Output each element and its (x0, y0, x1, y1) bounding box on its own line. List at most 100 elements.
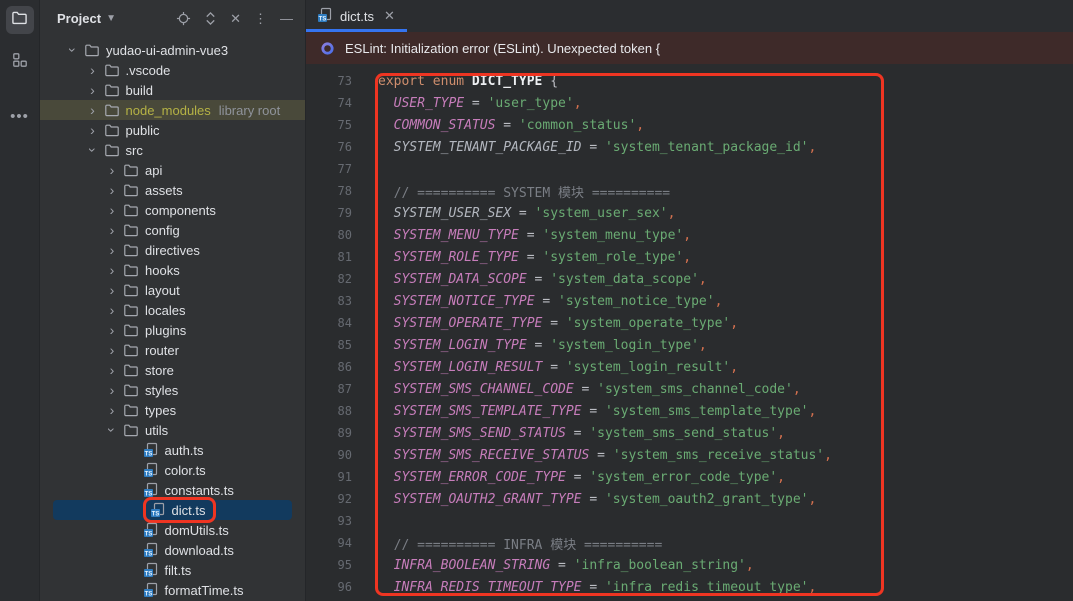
tree-item-components[interactable]: ›components (40, 200, 305, 220)
line-number[interactable]: 85 (306, 338, 352, 352)
line-number[interactable]: 93 (306, 514, 352, 528)
code-text[interactable]: INFRA_REDIS_TIMEOUT_TYPE = 'infra_redis_… (378, 580, 816, 595)
line-number[interactable]: 95 (306, 558, 352, 572)
tree-item--vscode[interactable]: ›.vscode (40, 60, 305, 80)
tab-dict-ts[interactable]: TS dict.ts ✕ (306, 0, 407, 32)
tree-item-build[interactable]: ›build (40, 80, 305, 100)
code-text[interactable]: SYSTEM_SMS_RECEIVE_STATUS = 'system_sms_… (378, 448, 832, 463)
line-number[interactable]: 87 (306, 382, 352, 396)
expand-collapse-icon[interactable] (204, 11, 217, 26)
code-text[interactable]: export enum DICT_TYPE { (378, 74, 558, 89)
eslint-error-banner[interactable]: ESLint: Initialization error (ESLint). U… (306, 32, 1073, 64)
tree-item-filt-ts[interactable]: TSfilt.ts (40, 560, 305, 580)
tree-item-types[interactable]: ›types (40, 400, 305, 420)
tree-item-config[interactable]: ›config (40, 220, 305, 240)
line-number[interactable]: 77 (306, 162, 352, 176)
chevron-icon[interactable]: › (105, 303, 119, 317)
line-number[interactable]: 84 (306, 316, 352, 330)
line-number[interactable]: 86 (306, 360, 352, 374)
tree-item-node-modules[interactable]: ›node_moduleslibrary root (40, 100, 305, 120)
chevron-icon[interactable]: › (86, 123, 100, 137)
tree-item-yudao-ui-admin-vue3[interactable]: ›yudao-ui-admin-vue3 (40, 40, 305, 60)
code-text[interactable]: // ========== SYSTEM 模块 ========== (378, 182, 670, 201)
chevron-icon[interactable]: › (105, 323, 119, 337)
line-number[interactable]: 88 (306, 404, 352, 418)
more-options-icon[interactable]: ⋮ (254, 12, 267, 25)
tree-item-plugins[interactable]: ›plugins (40, 320, 305, 340)
close-icon[interactable]: ✕ (230, 12, 241, 25)
code-text[interactable]: SYSTEM_LOGIN_TYPE = 'system_login_type', (378, 338, 707, 353)
chevron-icon[interactable]: › (105, 183, 119, 197)
code-text[interactable]: INFRA_BOOLEAN_STRING = 'infra_boolean_st… (378, 558, 754, 573)
tree-item-router[interactable]: ›router (40, 340, 305, 360)
panel-title[interactable]: Project (57, 11, 101, 26)
tree-item-public[interactable]: ›public (40, 120, 305, 140)
chevron-icon[interactable]: › (105, 383, 119, 397)
code-text[interactable]: SYSTEM_SMS_SEND_STATUS = 'system_sms_sen… (378, 426, 785, 441)
tree-item-utils[interactable]: ›utils (40, 420, 305, 440)
line-number[interactable]: 78 (306, 184, 352, 198)
line-number[interactable]: 91 (306, 470, 352, 484)
structure-tool-button[interactable] (6, 48, 34, 76)
line-number[interactable]: 75 (306, 118, 352, 132)
line-number[interactable]: 83 (306, 294, 352, 308)
tree-item-directives[interactable]: ›directives (40, 240, 305, 260)
code-text[interactable]: SYSTEM_DATA_SCOPE = 'system_data_scope', (378, 272, 707, 287)
line-number[interactable]: 76 (306, 140, 352, 154)
code-text[interactable]: // ========== INFRA 模块 ========== (378, 534, 662, 553)
tree-item-dict-ts[interactable]: TSdict.ts (53, 500, 292, 520)
chevron-icon[interactable]: › (86, 83, 100, 97)
code-text[interactable]: SYSTEM_OPERATE_TYPE = 'system_operate_ty… (378, 316, 738, 331)
chevron-icon[interactable]: › (86, 63, 100, 77)
code-text[interactable]: SYSTEM_NOTICE_TYPE = 'system_notice_type… (378, 294, 722, 309)
chevron-icon[interactable]: › (105, 203, 119, 217)
tree-item-domutils-ts[interactable]: TSdomUtils.ts (40, 520, 305, 540)
code-text[interactable]: SYSTEM_ROLE_TYPE = 'system_role_type', (378, 250, 691, 265)
chevron-icon[interactable]: › (105, 223, 119, 237)
line-number[interactable]: 80 (306, 228, 352, 242)
locate-icon[interactable] (176, 11, 191, 26)
tree-item-formattime-ts[interactable]: TSformatTime.ts (40, 580, 305, 600)
tree-item-api[interactable]: ›api (40, 160, 305, 180)
line-number[interactable]: 82 (306, 272, 352, 286)
chevron-icon[interactable]: › (105, 363, 119, 377)
code-text[interactable]: SYSTEM_USER_SEX = 'system_user_sex', (378, 206, 675, 221)
code-text[interactable]: SYSTEM_MENU_TYPE = 'system_menu_type', (378, 228, 691, 243)
chevron-icon[interactable]: › (66, 43, 80, 57)
code-text[interactable]: SYSTEM_SMS_TEMPLATE_TYPE = 'system_sms_t… (378, 404, 816, 419)
tree-item-locales[interactable]: ›locales (40, 300, 305, 320)
code-text[interactable]: SYSTEM_SMS_CHANNEL_CODE = 'system_sms_ch… (378, 382, 801, 397)
chevron-icon[interactable]: › (105, 343, 119, 357)
tree-item-hooks[interactable]: ›hooks (40, 260, 305, 280)
tree-item-layout[interactable]: ›layout (40, 280, 305, 300)
code-text[interactable]: SYSTEM_ERROR_CODE_TYPE = 'system_error_c… (378, 470, 785, 485)
chevron-icon[interactable]: › (105, 263, 119, 277)
line-number[interactable]: 96 (306, 580, 352, 594)
line-number[interactable]: 94 (306, 536, 352, 550)
code-editor[interactable]: 73export enum DICT_TYPE {74 USER_TYPE = … (306, 64, 1073, 601)
code-text[interactable]: USER_TYPE = 'user_type', (378, 96, 582, 111)
line-number[interactable]: 74 (306, 96, 352, 110)
tree-item-auth-ts[interactable]: TSauth.ts (40, 440, 305, 460)
tree-item-assets[interactable]: ›assets (40, 180, 305, 200)
line-number[interactable]: 79 (306, 206, 352, 220)
chevron-icon[interactable]: › (86, 103, 100, 117)
tree-item-download-ts[interactable]: TSdownload.ts (40, 540, 305, 560)
tree-item-color-ts[interactable]: TScolor.ts (40, 460, 305, 480)
chevron-icon[interactable]: › (105, 283, 119, 297)
tree-item-src[interactable]: ›src (40, 140, 305, 160)
tab-close-icon[interactable]: ✕ (384, 8, 395, 24)
tree-item-store[interactable]: ›store (40, 360, 305, 380)
line-number[interactable]: 90 (306, 448, 352, 462)
chevron-icon[interactable]: › (105, 423, 119, 437)
code-text[interactable]: SYSTEM_LOGIN_RESULT = 'system_login_resu… (378, 360, 738, 375)
code-text[interactable]: SYSTEM_OAUTH2_GRANT_TYPE = 'system_oauth… (378, 492, 816, 507)
code-text[interactable]: COMMON_STATUS = 'common_status', (378, 118, 644, 133)
chevron-icon[interactable]: › (105, 163, 119, 177)
code-text[interactable]: SYSTEM_TENANT_PACKAGE_ID = 'system_tenan… (378, 140, 816, 155)
line-number[interactable]: 89 (306, 426, 352, 440)
project-tool-button[interactable] (6, 6, 34, 34)
chevron-icon[interactable]: › (105, 403, 119, 417)
more-tool-windows-button[interactable]: ••• (10, 108, 29, 125)
chevron-icon[interactable]: › (86, 143, 100, 157)
